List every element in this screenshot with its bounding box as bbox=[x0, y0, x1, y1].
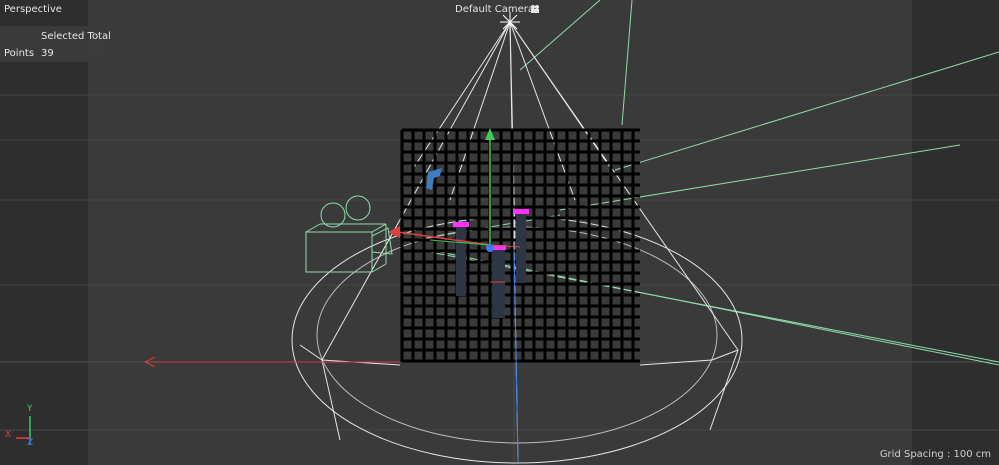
points-label: Points bbox=[4, 48, 35, 59]
points-value: 39 bbox=[41, 48, 54, 59]
camera-object[interactable] bbox=[305, 195, 393, 273]
world-x-axis bbox=[143, 356, 400, 368]
axis-y-label: Y bbox=[27, 404, 33, 414]
grid-spacing-label: Grid Spacing : 100 cm bbox=[879, 449, 991, 460]
view-name-label[interactable]: Perspective bbox=[4, 3, 62, 16]
selection-info-header: Selected Total bbox=[41, 31, 111, 42]
axis-x-label: X bbox=[5, 430, 12, 440]
camera-switch-icon[interactable] bbox=[530, 4, 540, 14]
axes-orientation-widget: Y X Z bbox=[4, 404, 40, 448]
perspective-viewport[interactable]: Perspective Selected Total Points 39 Def… bbox=[0, 0, 999, 465]
camera-label[interactable]: Default Camera bbox=[455, 3, 534, 16]
axis-z-label: Z bbox=[27, 438, 34, 448]
scene-view[interactable] bbox=[0, 0, 999, 465]
